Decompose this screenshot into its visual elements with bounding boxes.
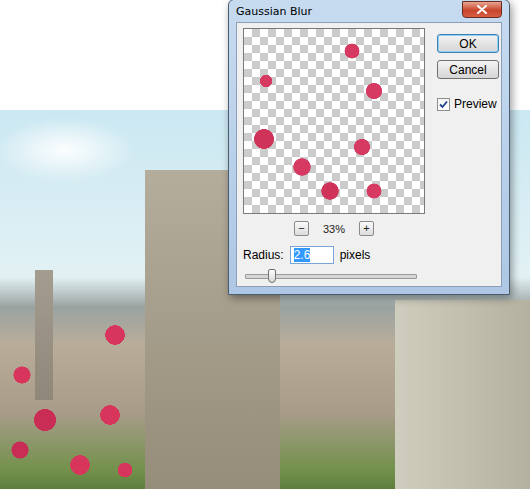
radius-slider[interactable] xyxy=(245,274,417,279)
zoom-out-button[interactable]: − xyxy=(294,221,309,236)
preview-column: − 33% + Radius: 2.6 pixels xyxy=(243,28,425,281)
button-column: OK Cancel Preview xyxy=(437,28,499,281)
checkmark-icon xyxy=(439,100,448,109)
radius-unit: pixels xyxy=(340,248,371,262)
radius-input[interactable]: 2.6 xyxy=(290,246,334,264)
radius-value: 2.6 xyxy=(294,248,311,262)
preview-checkbox[interactable] xyxy=(437,98,450,111)
zoom-in-button[interactable]: + xyxy=(359,221,374,236)
zoom-row: − 33% + xyxy=(243,221,425,236)
dialog-button[interactable]: OK xyxy=(437,34,499,53)
preview-label: Preview xyxy=(454,97,497,111)
title-bar: Gaussian Blur xyxy=(236,0,502,22)
photoshop-canvas: Gaussian Blur − 33% + Radius: 2.6 pixels OK Canc… xyxy=(0,0,530,489)
gaussian-blur-dialog: Gaussian Blur − 33% + Radius: 2.6 pixels OK Canc… xyxy=(228,0,510,295)
close-button[interactable] xyxy=(462,1,502,18)
radius-row: Radius: 2.6 pixels xyxy=(243,246,425,264)
dialog-title: Gaussian Blur xyxy=(236,5,312,18)
dialog-body: − 33% + Radius: 2.6 pixels OK Cancel Preview xyxy=(236,22,502,287)
preview-option[interactable]: Preview xyxy=(437,97,499,111)
zoom-level: 33% xyxy=(323,223,345,235)
slider-thumb[interactable] xyxy=(268,269,276,283)
dialog-button[interactable]: Cancel xyxy=(437,60,499,79)
radius-label: Radius: xyxy=(243,248,284,262)
preview-image[interactable] xyxy=(243,28,425,214)
close-icon xyxy=(477,5,487,14)
